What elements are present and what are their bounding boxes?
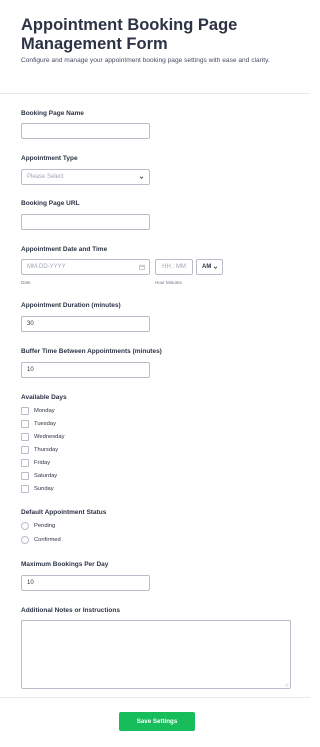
calendar-icon[interactable] (139, 264, 145, 270)
available-days-label: Available Days (21, 394, 67, 401)
checkbox[interactable] (21, 472, 29, 480)
duration-input[interactable]: 30 (21, 316, 150, 332)
booking-page-url-label: Booking Page URL (21, 200, 80, 207)
form-subtitle: Configure and manage your appointment bo… (21, 57, 270, 64)
appointment-datetime-label: Appointment Date and Time (21, 246, 108, 253)
radio-button[interactable] (21, 536, 29, 544)
checkbox[interactable] (21, 433, 29, 441)
date-input[interactable]: MM-DD-YYYY (21, 259, 150, 275)
chevron-down-icon (213, 266, 218, 269)
resize-handle-icon[interactable] (284, 682, 289, 687)
appointment-type-select[interactable]: Please Select (21, 169, 150, 185)
max-bookings-input[interactable]: 10 (21, 575, 150, 591)
notes-label: Additional Notes or Instructions (21, 607, 120, 614)
booking-page-url-input[interactable] (21, 214, 150, 230)
booking-page-name-label: Booking Page Name (21, 110, 84, 117)
checkbox[interactable] (21, 446, 29, 454)
ampm-value: AM (202, 264, 212, 270)
checkbox[interactable] (21, 485, 29, 493)
day-option-monday[interactable]: Monday (21, 406, 55, 416)
appointment-type-selected: Please Select (27, 174, 64, 180)
day-option-wednesday[interactable]: Wednesday (21, 432, 65, 442)
max-bookings-label: Maximum Bookings Per Day (21, 561, 109, 568)
booking-page-name-input[interactable] (21, 123, 150, 139)
status-option-confirmed[interactable]: Confirmed (21, 535, 61, 545)
day-option-sunday[interactable]: Sunday (21, 484, 54, 494)
appointment-type-label: Appointment Type (21, 155, 78, 162)
duration-label: Appointment Duration (minutes) (21, 302, 121, 309)
date-placeholder: MM-DD-YYYY (27, 264, 66, 270)
day-option-tuesday[interactable]: Tuesday (21, 419, 56, 429)
time-input[interactable]: HH : MM (155, 259, 193, 275)
radio-button[interactable] (21, 522, 29, 530)
buffer-input[interactable]: 10 (21, 362, 150, 378)
status-label: Default Appointment Status (21, 509, 107, 516)
time-sublabel: Hour Minutes (155, 280, 182, 285)
checkbox[interactable] (21, 459, 29, 467)
checkbox[interactable] (21, 407, 29, 415)
form-header: Appointment Booking Page Management Form… (0, 0, 310, 94)
form-title: Appointment Booking Page Management Form (21, 16, 238, 53)
save-settings-button[interactable]: Save Settings (119, 712, 195, 731)
day-option-friday[interactable]: Friday (21, 458, 50, 468)
chevron-down-icon (139, 176, 144, 179)
date-sublabel: Date (21, 280, 31, 285)
buffer-label: Buffer Time Between Appointments (minute… (21, 348, 162, 355)
status-option-pending[interactable]: Pending (21, 521, 55, 531)
checkbox[interactable] (21, 420, 29, 428)
time-placeholder: HH : MM (162, 264, 186, 270)
day-option-saturday[interactable]: Saturday (21, 471, 57, 481)
day-option-thursday[interactable]: Thursday (21, 445, 58, 455)
ampm-select[interactable]: AM (196, 259, 223, 275)
notes-textarea[interactable] (21, 620, 291, 689)
